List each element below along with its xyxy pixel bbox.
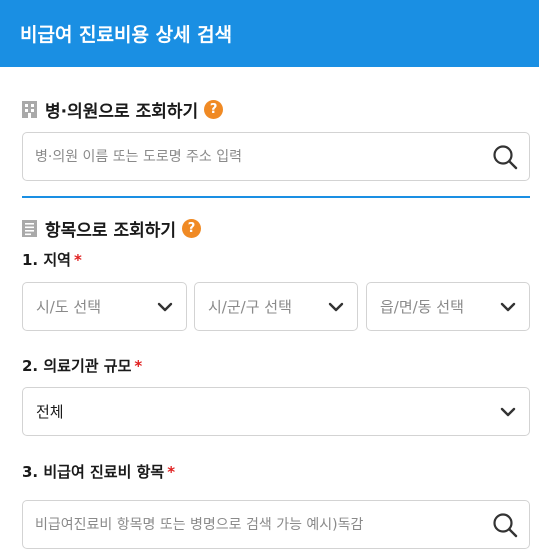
page-title: 비급여 진료비용 상세 검색 (20, 24, 233, 46)
chevron-down-icon (500, 302, 516, 312)
search-icon[interactable] (491, 511, 519, 539)
chevron-down-icon (500, 407, 516, 417)
province-select[interactable]: 시/도 선택 (22, 282, 187, 331)
hospital-search-title-text: 병·의원으로 조회하기 (45, 102, 199, 122)
chevron-down-icon (157, 302, 173, 312)
search-icon[interactable] (491, 143, 519, 171)
header-bar: 비급여 진료비용 상세 검색 (0, 0, 539, 67)
province-select-value: 시/도 선택 (36, 298, 102, 316)
town-select[interactable]: 읍/면/동 선택 (366, 282, 530, 331)
item-label: 3. 비급여 진료비 항목 * (22, 461, 175, 482)
city-select[interactable]: 시/군/구 선택 (194, 282, 358, 331)
facility-size-label-text: 2. 의료기관 규모 (22, 357, 132, 375)
hospital-search-box (22, 132, 530, 181)
required-mark: * (73, 251, 82, 269)
facility-size-label: 2. 의료기관 규모 * (22, 355, 142, 376)
city-select-value: 시/군/구 선택 (208, 298, 292, 316)
hospital-building-icon (22, 101, 37, 118)
facility-size-select-value: 전체 (36, 403, 64, 421)
document-list-icon (22, 220, 37, 237)
section-divider (22, 196, 530, 198)
item-search-box (22, 500, 530, 549)
hospital-search-input[interactable] (35, 133, 475, 180)
item-search-title-text: 항목으로 조회하기 (45, 221, 177, 241)
required-mark: * (134, 357, 143, 375)
town-select-value: 읍/면/동 선택 (380, 298, 464, 316)
required-mark: * (167, 463, 176, 481)
chevron-down-icon (328, 302, 344, 312)
help-icon[interactable]: ? (182, 219, 202, 238)
hospital-search-title: 병·의원으로 조회하기 ? (22, 97, 224, 122)
item-search-input[interactable] (35, 501, 475, 548)
region-label: 1. 지역 * (22, 249, 82, 270)
item-label-text: 3. 비급여 진료비 항목 (22, 463, 165, 481)
help-icon[interactable]: ? (204, 100, 224, 119)
region-label-text: 1. 지역 (22, 251, 71, 269)
facility-size-select[interactable]: 전체 (22, 387, 530, 436)
item-search-title: 항목으로 조회하기 ? (22, 216, 202, 241)
